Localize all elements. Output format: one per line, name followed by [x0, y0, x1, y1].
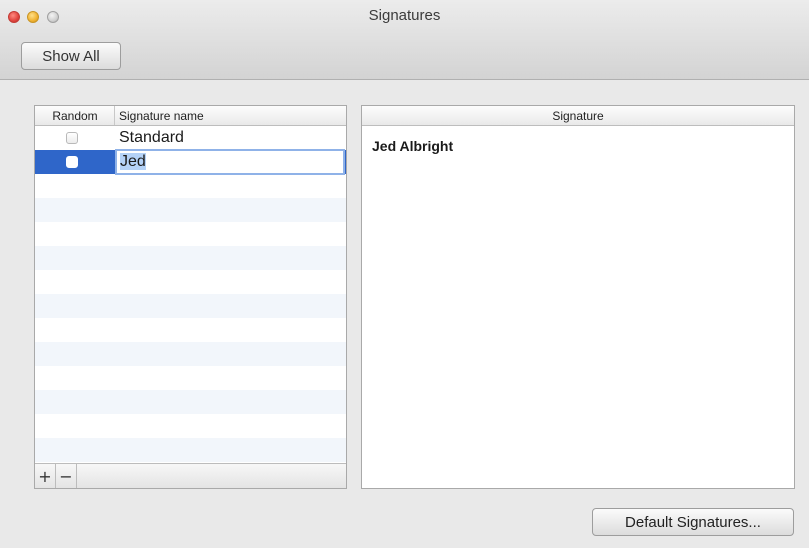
add-signature-button[interactable]: + — [35, 464, 56, 488]
empty-row — [35, 222, 346, 246]
window-title: Signatures — [368, 7, 441, 24]
signature-name: Standard — [119, 129, 184, 146]
empty-row — [35, 174, 346, 198]
empty-row — [35, 438, 346, 462]
column-header-random[interactable]: Random — [39, 109, 111, 123]
random-checkbox[interactable] — [66, 132, 78, 144]
title-bar: Signatures Show All — [0, 0, 809, 80]
signature-header: Signature — [362, 106, 794, 126]
default-signatures-button[interactable]: Default Signatures... — [592, 508, 794, 536]
empty-row — [35, 366, 346, 390]
column-divider — [114, 106, 115, 125]
list-header: Random Signature name — [35, 106, 346, 126]
list-footer: + − — [35, 463, 346, 488]
list-item[interactable]: Standard — [35, 126, 346, 150]
empty-row — [35, 342, 346, 366]
empty-row — [35, 390, 346, 414]
list-rows: Standard Jed — [35, 126, 346, 462]
random-checkbox[interactable] — [66, 156, 78, 168]
empty-row — [35, 414, 346, 438]
signature-list: Random Signature name Standard Jed + − — [34, 105, 347, 489]
signature-name-selected-text: Jed — [120, 153, 146, 170]
remove-signature-button[interactable]: − — [56, 464, 77, 488]
empty-row — [35, 318, 346, 342]
empty-row — [35, 198, 346, 222]
empty-row — [35, 246, 346, 270]
column-header-signature-name[interactable]: Signature name — [119, 109, 204, 123]
list-item-selected[interactable]: Jed — [35, 149, 346, 175]
signature-text[interactable]: Jed Albright — [372, 138, 453, 154]
empty-row — [35, 270, 346, 294]
empty-row — [35, 294, 346, 318]
show-all-button[interactable]: Show All — [21, 42, 121, 70]
signature-name-edit-field[interactable]: Jed — [115, 149, 345, 175]
preferences-window: Signatures Show All Random Signature nam… — [0, 0, 809, 548]
signature-preview-panel: Signature Jed Albright — [361, 105, 795, 489]
